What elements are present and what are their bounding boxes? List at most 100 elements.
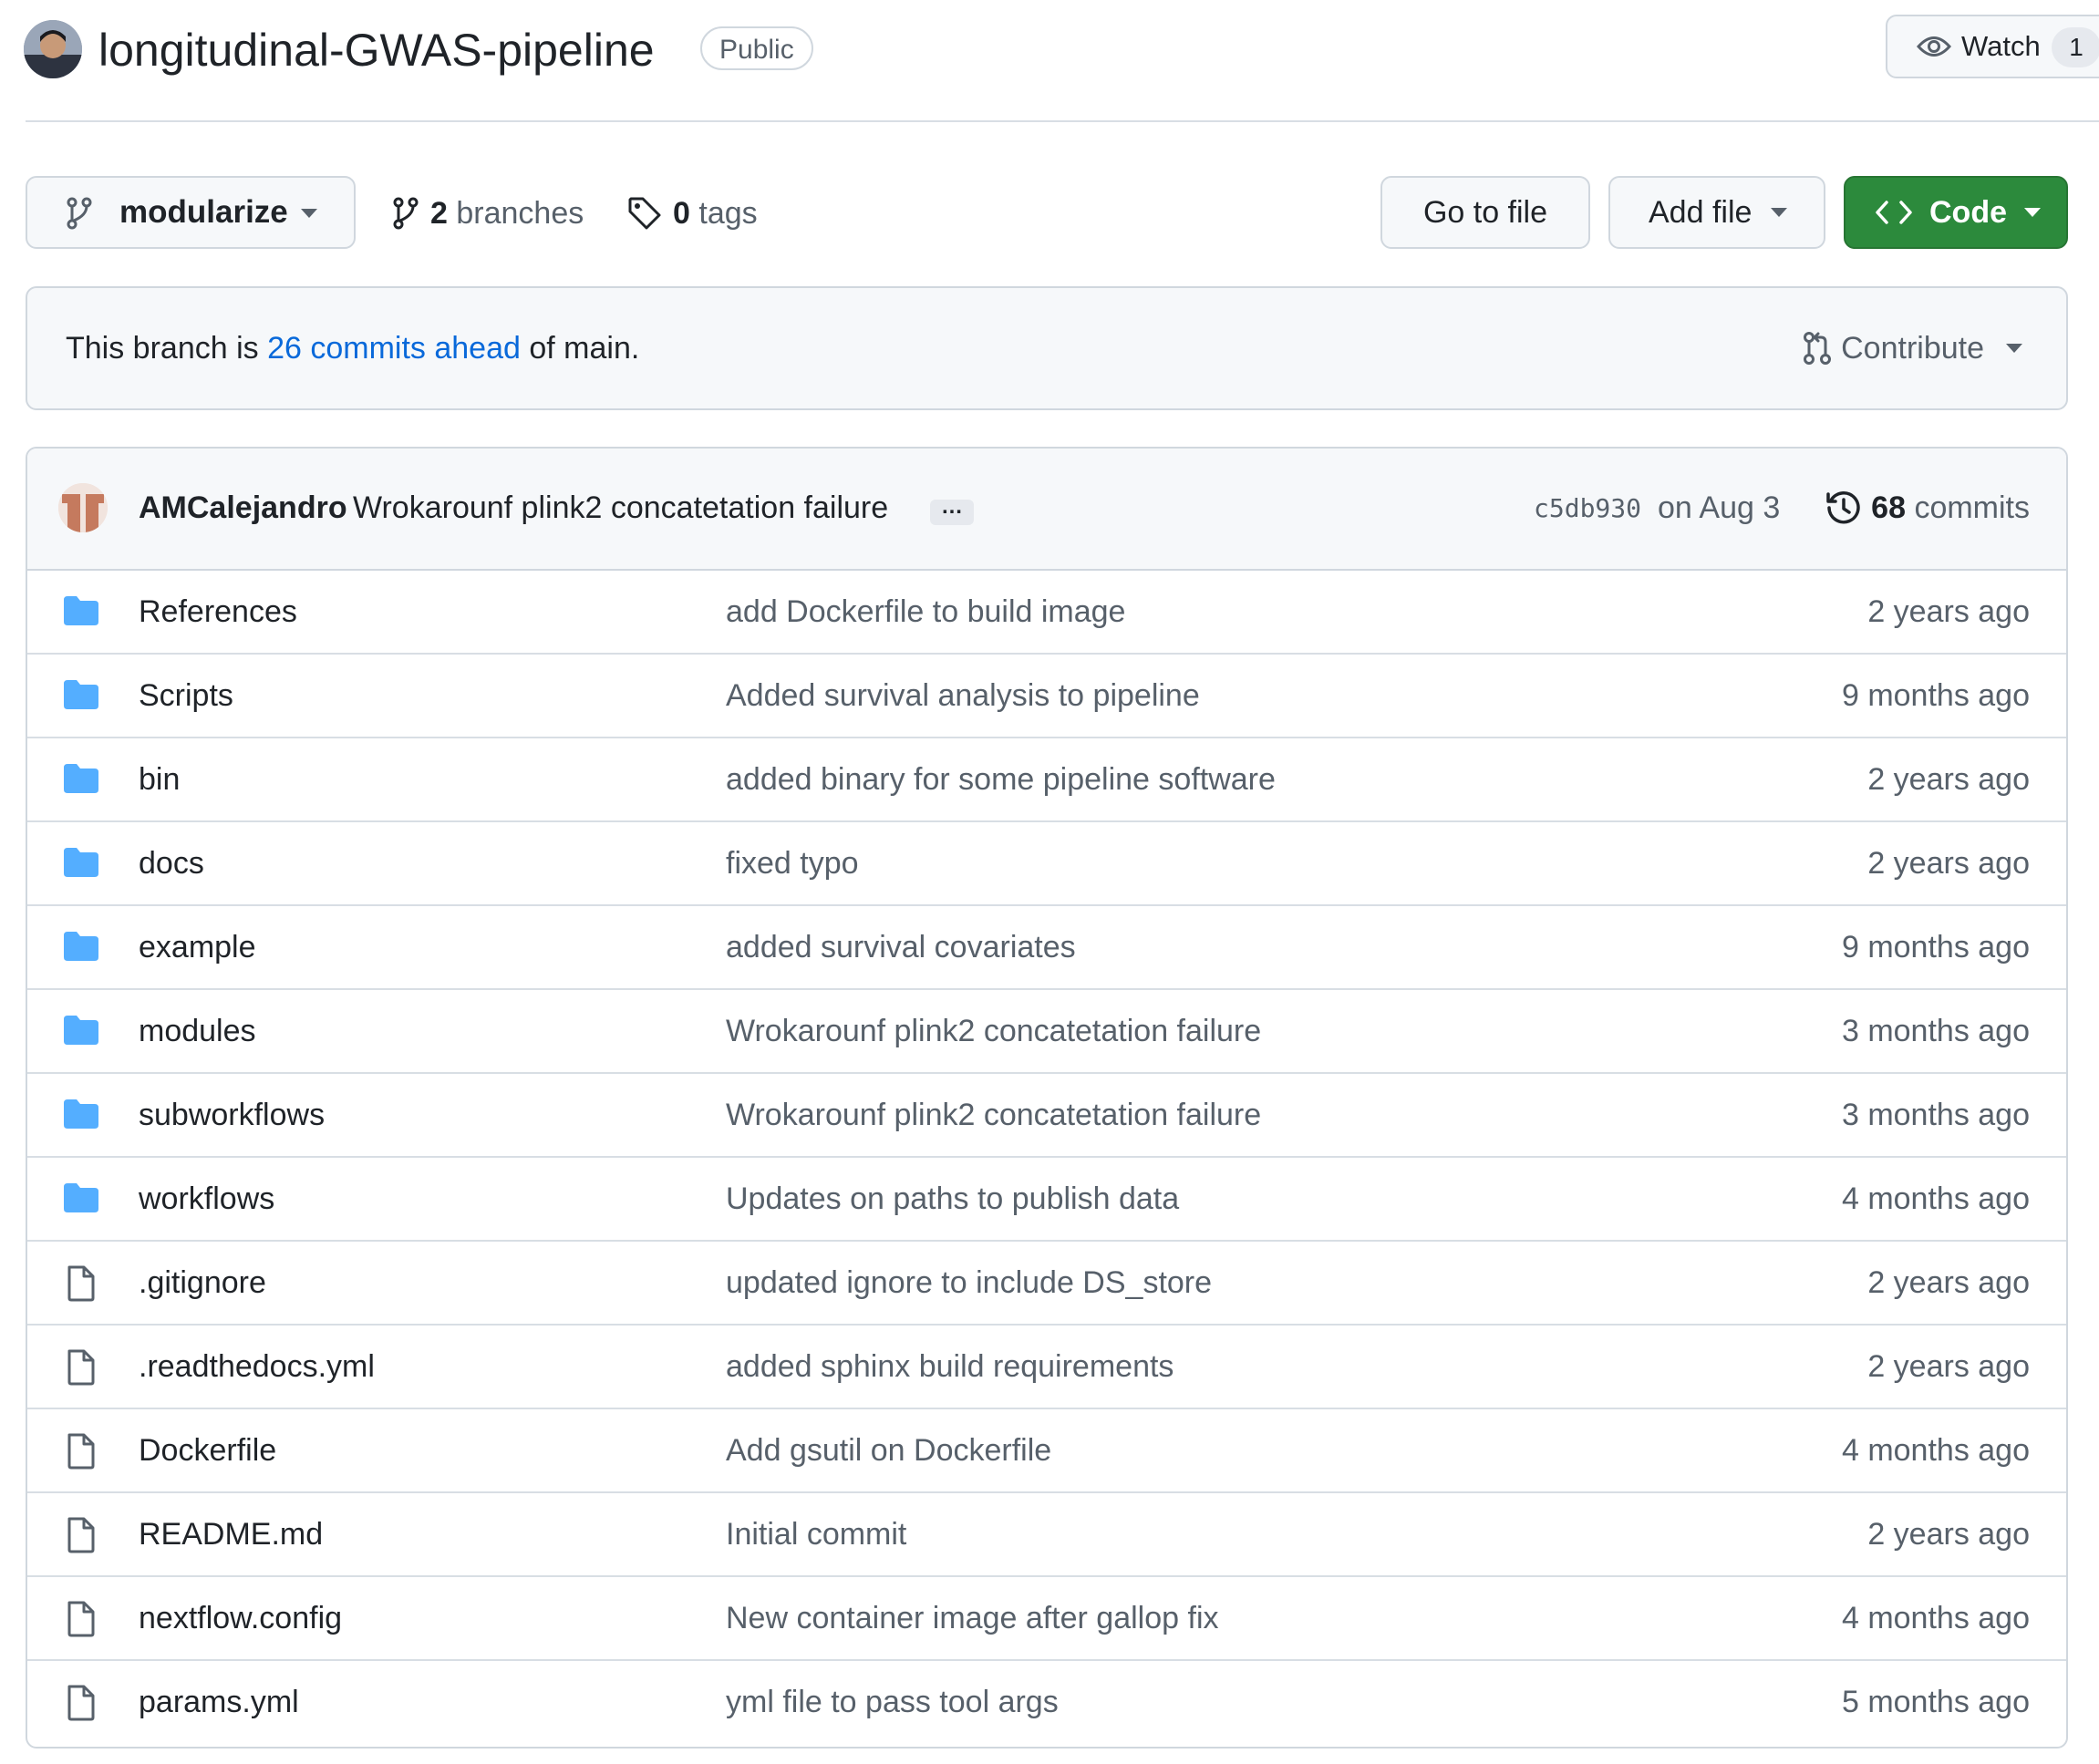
file-row[interactable]: docs fixed typo 2 years ago [27,822,2066,906]
file-name-link[interactable]: .gitignore [139,1242,266,1324]
git-branch-icon [66,197,93,230]
file-name-link[interactable]: docs [139,822,204,904]
watch-label: Watch [1961,30,2041,62]
file-row[interactable]: example added survival covariates 9 months… [27,906,2066,990]
file-name-link[interactable]: example [139,906,256,988]
watch-count: 1 [2052,27,2099,67]
code-icon [1875,198,1913,227]
file-commit-message-link[interactable]: Wrokarounf plink2 concatetation failure [726,1074,1261,1156]
git-branch-icon [392,197,419,230]
file-row[interactable]: Dockerfile Add gsutil on Dockerfile 4 mont… [27,1409,2066,1493]
file-name-link[interactable]: subworkflows [139,1074,325,1156]
file-row[interactable]: nextflow.config New container image after… [27,1577,2066,1661]
file-row[interactable]: References add Dockerfile to build image 2… [27,571,2066,655]
file-commit-age: 2 years ago [1867,762,2030,797]
header-divider [26,120,2099,122]
file-row[interactable]: params.yml yml file to pass tool args 5 mo… [27,1661,2066,1745]
file-commit-age: 3 months ago [1841,1014,2030,1048]
file-commit-age: 2 years ago [1867,1349,2030,1384]
folder-icon [62,594,100,627]
file-name-link[interactable]: Scripts [139,655,233,737]
watch-button[interactable]: Watch 1 [1886,15,2099,78]
branch-status-text: This branch is 26 commits ahead of main. [66,288,639,408]
file-name-link[interactable]: workflows [139,1158,274,1240]
tag-icon [627,196,662,231]
commit-sha[interactable]: c5db930 [1534,449,1641,569]
file-icon [62,1601,100,1637]
file-commit-message-link[interactable]: Add gsutil on Dockerfile [726,1409,1051,1491]
go-to-file-button[interactable]: Go to file [1380,176,1590,249]
file-commit-message-link[interactable]: added binary for some pipeline software [726,738,1276,820]
file-name-link[interactable]: .readthedocs.yml [139,1326,375,1408]
add-file-button[interactable]: Add file [1608,176,1825,249]
file-row[interactable]: modules Wrokarounf plink2 concatetation f… [27,990,2066,1074]
expand-commit-message-button[interactable]: … [930,496,974,525]
file-commit-age: 4 months ago [1841,1181,2030,1216]
file-row[interactable]: bin added binary for some pipeline softwa… [27,738,2066,822]
repo-title[interactable]: longitudinal-GWAS-pipeline [98,20,655,80]
eye-icon [1917,33,1951,60]
folder-icon [62,678,100,711]
contribute-label: Contribute [1841,330,1984,366]
file-commit-age: 2 years ago [1867,846,2030,881]
file-table: AMCalejandro Wrokarounf plink2 concateta… [26,447,2068,1749]
folder-icon [62,930,100,963]
folder-icon [62,1098,100,1130]
file-commit-message-link[interactable]: add Dockerfile to build image [726,571,1125,653]
file-commit-message-link[interactable]: fixed typo [726,822,859,904]
file-name-link[interactable]: modules [139,990,256,1072]
file-icon [62,1517,100,1553]
file-row[interactable]: .readthedocs.yml added sphinx build requi… [27,1326,2066,1409]
chevron-down-icon [2024,208,2041,217]
file-icon [62,1433,100,1470]
file-commit-message-link[interactable]: updated ignore to include DS_store [726,1242,1212,1324]
tags-link[interactable]: 0 tags [627,188,758,239]
code-button[interactable]: Code [1844,176,2068,249]
file-commit-age: 9 months ago [1841,678,2030,713]
file-row[interactable]: subworkflows Wrokarounf plink2 concatetat… [27,1074,2066,1158]
file-name-link[interactable]: nextflow.config [139,1577,342,1659]
file-name-link[interactable]: Dockerfile [139,1409,276,1491]
file-commit-message-link[interactable]: New container image after gallop fix [726,1577,1219,1659]
code-label: Code [1929,195,2007,230]
branch-status-box: This branch is 26 commits ahead of main.… [26,286,2068,410]
file-icon [62,1265,100,1302]
commit-author-avatar[interactable] [58,483,108,532]
contribute-dropdown[interactable]: Contribute [1803,328,2022,368]
file-row[interactable]: README.md Initial commit 2 years ago [27,1493,2066,1577]
file-row[interactable]: workflows Updates on paths to publish dat… [27,1158,2066,1242]
file-commit-message-link[interactable]: yml file to pass tool args [726,1661,1059,1743]
file-row[interactable]: Scripts Added survival analysis to pipeli… [27,655,2066,738]
file-name-link[interactable]: References [139,571,297,653]
commit-message[interactable]: Wrokarounf plink2 concatetation failure [353,449,888,567]
branch-name: modularize [119,194,288,230]
file-row[interactable]: .gitignore updated ignore to include DS_s… [27,1242,2066,1326]
commit-author[interactable]: AMCalejandro [139,449,347,567]
file-commit-message-link[interactable]: Initial commit [726,1493,906,1575]
file-commit-message-link[interactable]: added sphinx build requirements [726,1326,1174,1408]
chevron-down-icon [301,209,317,218]
commits-ahead-link[interactable]: 26 commits ahead [267,331,521,366]
branches-count: 2 [430,195,448,231]
folder-icon [62,1181,100,1214]
file-name-link[interactable]: bin [139,738,180,820]
file-name-link[interactable]: README.md [139,1493,323,1575]
file-commit-age: 9 months ago [1841,930,2030,965]
file-commit-message-link[interactable]: Updates on paths to publish data [726,1158,1179,1240]
file-commit-age: 2 years ago [1867,594,2030,629]
tags-label: tags [698,195,758,231]
chevron-down-icon [1771,208,1787,217]
file-commit-message-link[interactable]: added survival covariates [726,906,1076,988]
file-icon [62,1349,100,1386]
file-commit-message-link[interactable]: Wrokarounf plink2 concatetation failure [726,990,1261,1072]
latest-commit-bar: AMCalejandro Wrokarounf plink2 concateta… [27,449,2066,571]
commits-history-link[interactable]: 68 commits [1825,487,2030,529]
branch-select-button[interactable]: modularize [26,176,356,249]
file-commit-age: 2 years ago [1867,1265,2030,1300]
file-name-link[interactable]: params.yml [139,1661,299,1743]
branches-label: branches [456,195,584,231]
owner-avatar[interactable] [24,20,82,78]
file-commit-message-link[interactable]: Added survival analysis to pipeline [726,655,1200,737]
commit-count: 68 [1871,490,1906,525]
branches-link[interactable]: 2 branches [392,188,584,239]
